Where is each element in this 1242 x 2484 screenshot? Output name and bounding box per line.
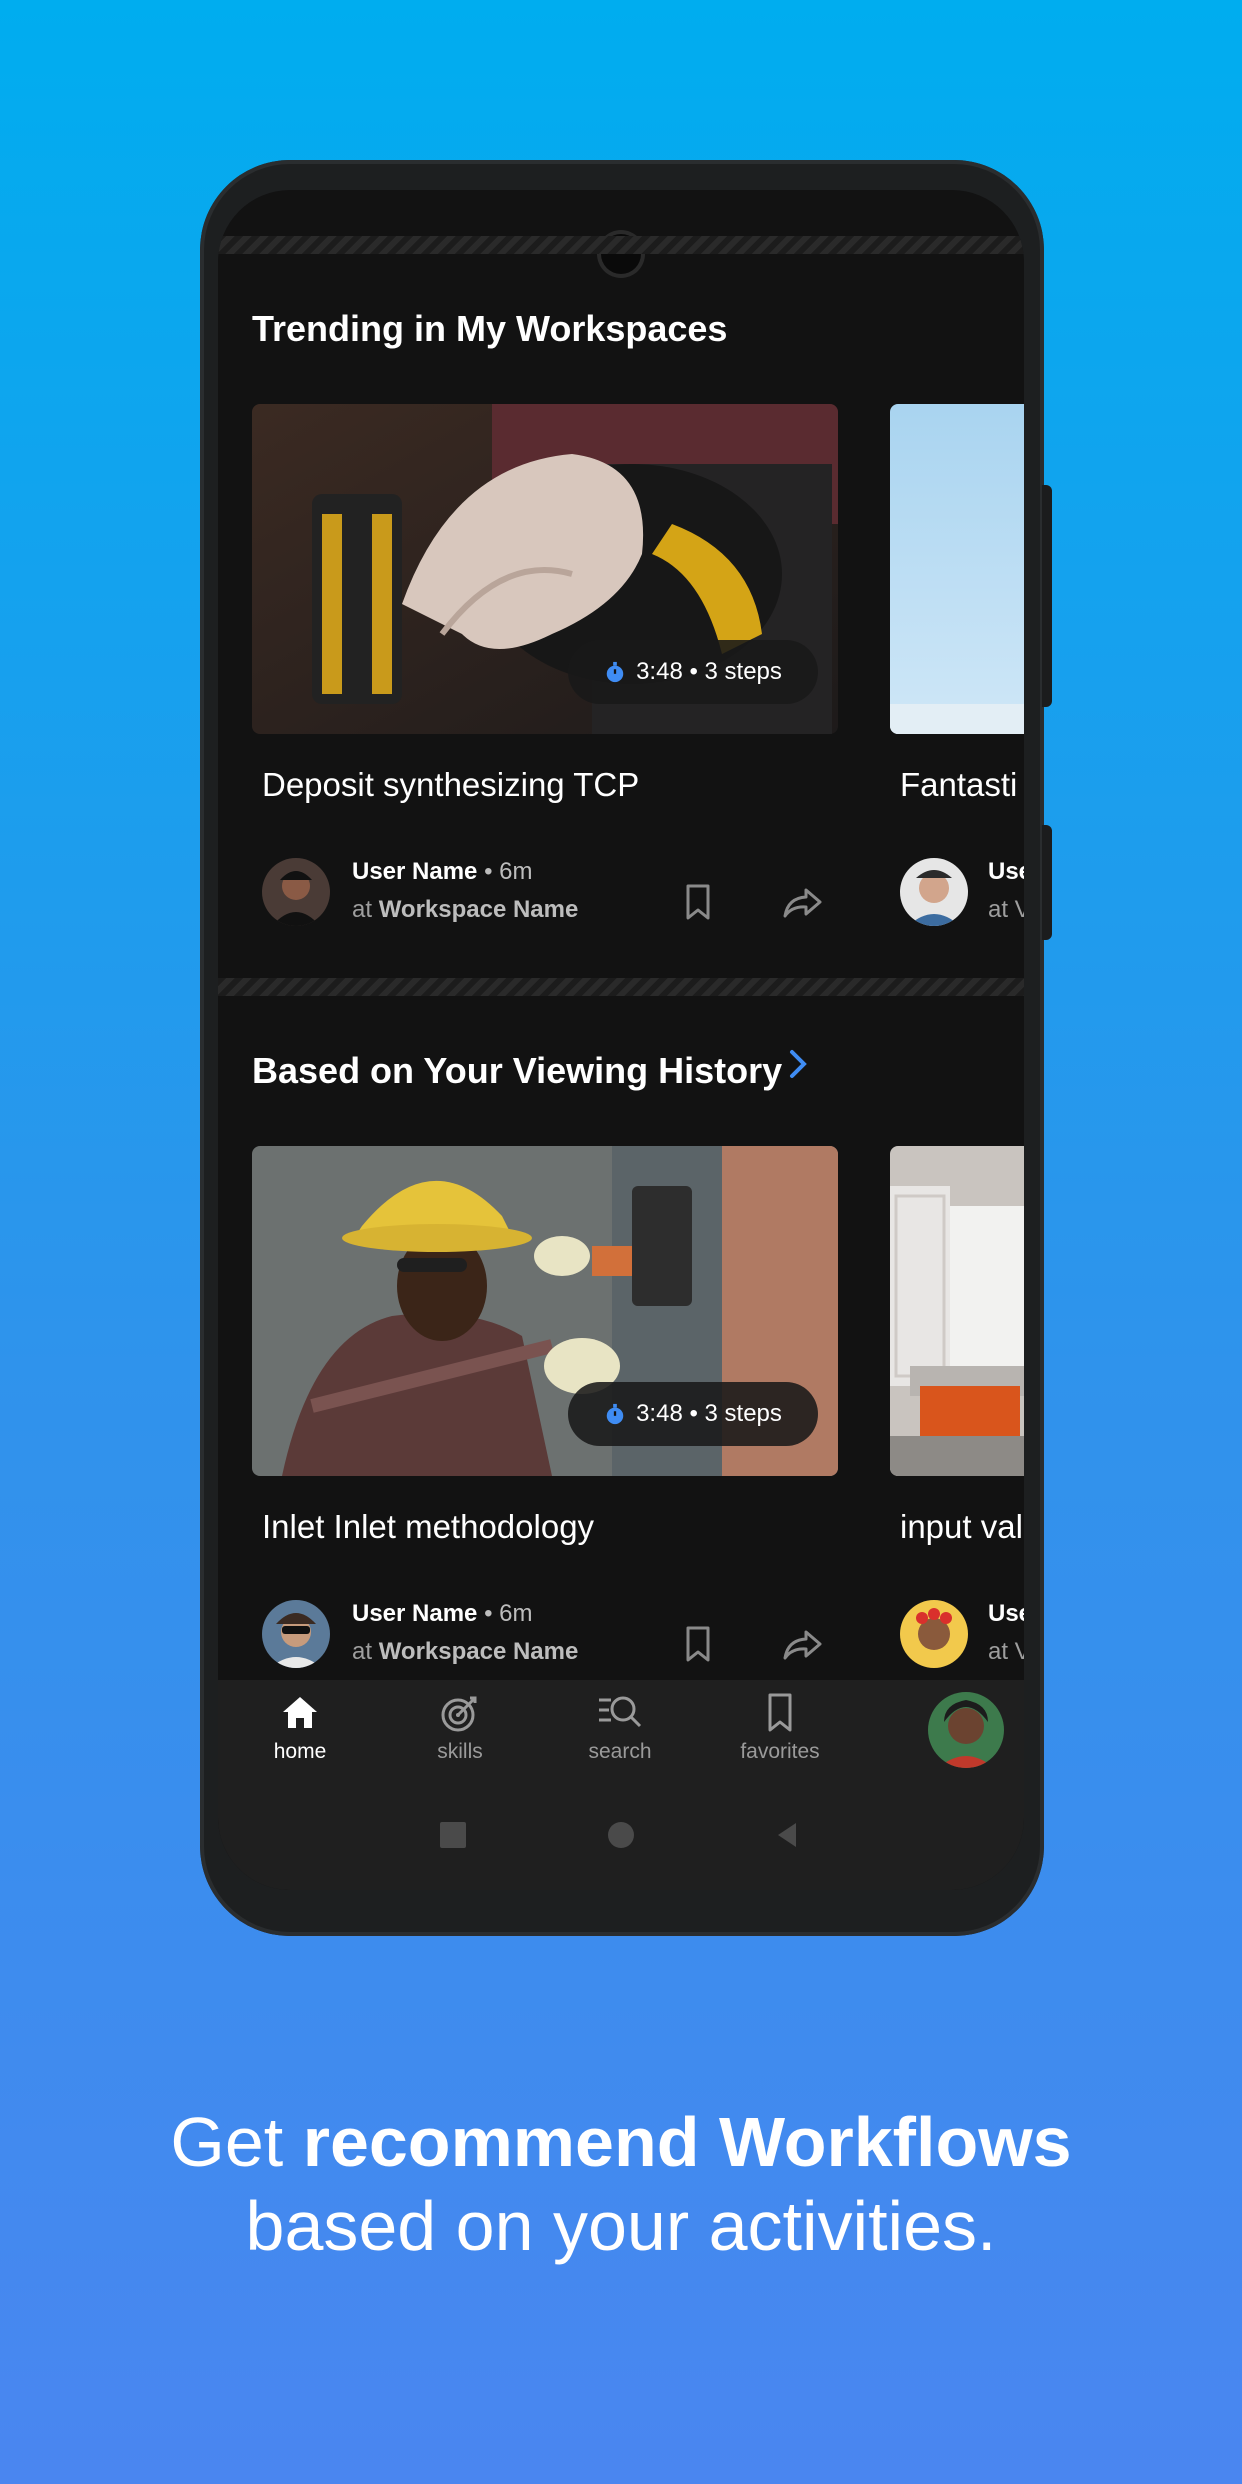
nav-search[interactable]: search — [560, 1690, 680, 1764]
duration-badge: 3:48 • 3 steps — [568, 1382, 818, 1446]
post-time: • 6m — [477, 1600, 533, 1627]
section-title-trending: Trending in My Workspaces — [252, 308, 728, 349]
workspace-line: at Workspace Name — [352, 896, 578, 924]
caption-prefix: Get — [170, 2103, 303, 2181]
peek-card-thumbnail[interactable] — [890, 1146, 1024, 1476]
bottom-navigation: home skills search favorites — [218, 1680, 1024, 1890]
bookmark-icon[interactable] — [676, 1622, 720, 1666]
phone-frame: Trending in My Workspaces 3:48 • 3 steps… — [200, 160, 1052, 1936]
timer-icon — [606, 1403, 624, 1425]
nav-label: favorites — [740, 1740, 820, 1763]
peek-avatar[interactable] — [900, 1600, 968, 1668]
phone-power-button — [1042, 825, 1052, 940]
avatar[interactable] — [262, 858, 330, 926]
card-thumbnail[interactable]: 3:48 • 3 steps — [252, 1146, 838, 1476]
peek-avatar[interactable] — [900, 858, 968, 926]
nav-home[interactable]: home — [240, 1690, 360, 1764]
nav-label: home — [273, 1740, 327, 1763]
peek-card-title[interactable]: Fantasti — [900, 766, 1017, 804]
card-title[interactable]: Deposit synthesizing TCP — [262, 766, 639, 804]
timer-icon — [606, 661, 624, 683]
workspace-name[interactable]: Workspace Name — [379, 896, 579, 923]
bookmark-icon[interactable] — [676, 880, 720, 924]
author-line: User Name • 6m — [352, 1600, 532, 1628]
recents-icon[interactable] — [438, 1820, 468, 1850]
home-circle-icon[interactable] — [606, 1820, 636, 1850]
peek-user-name[interactable]: Use — [988, 858, 1024, 886]
peek-workspace: at V — [988, 896, 1024, 923]
bookmark-icon — [768, 1693, 792, 1732]
clouds — [890, 704, 1024, 734]
divider — [218, 236, 1024, 254]
user-name[interactable]: User Name — [352, 858, 477, 885]
card-title[interactable]: Inlet Inlet methodology — [262, 1508, 594, 1546]
workspace-name[interactable]: Workspace Name — [379, 1638, 579, 1665]
marketing-caption: Get recommend Workflows based on your ac… — [0, 2100, 1242, 2268]
target-icon — [441, 1696, 477, 1732]
section-title-history[interactable]: Based on Your Viewing History — [252, 1050, 782, 1092]
avatar[interactable] — [262, 1600, 330, 1668]
badge-text: 3:48 • 3 steps — [636, 658, 782, 685]
share-icon[interactable] — [780, 1622, 824, 1666]
app-screen: Trending in My Workspaces 3:48 • 3 steps… — [218, 190, 1024, 1890]
author-line: User Name • 6m — [352, 858, 532, 886]
at-label: at — [352, 1638, 379, 1665]
peek-workspace: at V — [988, 1638, 1024, 1665]
profile-avatar[interactable] — [928, 1692, 1004, 1768]
share-icon[interactable] — [780, 880, 824, 924]
card-thumbnail[interactable]: 3:48 • 3 steps — [252, 404, 838, 734]
peek-card-thumbnail[interactable] — [890, 404, 1024, 734]
back-icon[interactable] — [772, 1820, 802, 1850]
home-icon — [283, 1697, 317, 1728]
caption-emphasis: recommend Workflows — [302, 2103, 1072, 2181]
peek-card-title[interactable]: input val — [900, 1508, 1023, 1546]
workspace-line: at Workspace Name — [352, 1638, 578, 1666]
at-label: at — [352, 896, 379, 923]
room-photo — [890, 1146, 1024, 1476]
nav-favorites[interactable]: favorites — [720, 1690, 840, 1764]
nav-label: skills — [437, 1740, 483, 1763]
caption-line-2: based on your activities. — [245, 2187, 997, 2265]
phone-volume-button — [1042, 485, 1052, 707]
caption-line-1: Get recommend Workflows — [0, 2100, 1242, 2184]
chevron-right-icon[interactable] — [786, 1044, 812, 1094]
peek-user-name[interactable]: Use — [988, 1600, 1024, 1628]
search-icon — [599, 1696, 642, 1728]
badge-text: 3:48 • 3 steps — [636, 1400, 782, 1427]
user-name[interactable]: User Name — [352, 1600, 477, 1627]
divider — [218, 978, 1024, 996]
duration-badge: 3:48 • 3 steps — [568, 640, 818, 704]
nav-label: search — [588, 1740, 652, 1763]
post-time: • 6m — [477, 858, 533, 885]
nav-skills[interactable]: skills — [400, 1690, 520, 1764]
